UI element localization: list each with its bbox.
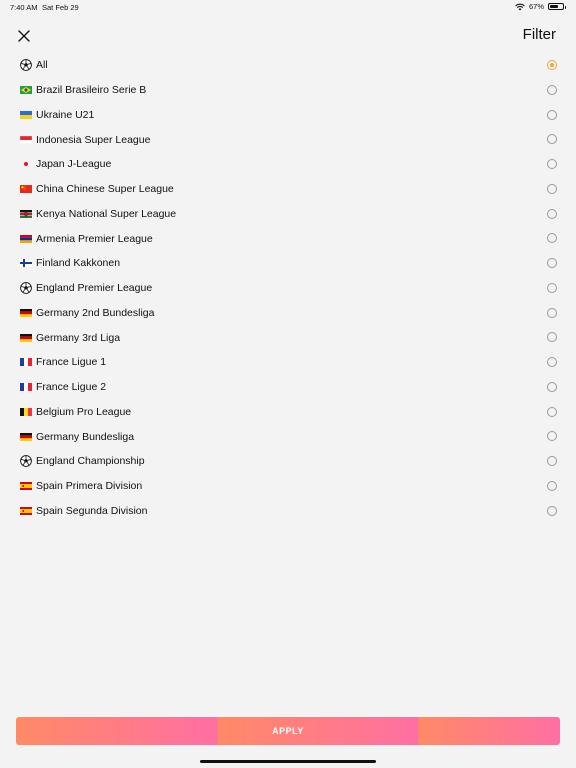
status-bar: 7:40 AM Sat Feb 29 67% xyxy=(0,0,576,14)
flag-france-icon xyxy=(20,381,32,393)
status-indicators: 67% xyxy=(515,2,566,11)
home-indicator xyxy=(200,760,376,763)
flag-germany-icon xyxy=(20,332,32,344)
league-item[interactable]: France Ligue 2 xyxy=(0,375,576,400)
league-label: Germany Bundesliga xyxy=(36,430,135,443)
league-item[interactable]: Germany 3rd Liga xyxy=(0,325,576,350)
league-radio-button[interactable] xyxy=(547,258,557,268)
flag-china-icon xyxy=(20,183,32,195)
league-label: England Premier League xyxy=(36,282,153,295)
apply-button[interactable]: APPLY xyxy=(16,717,560,745)
league-item[interactable]: Spain Primera Division xyxy=(0,474,576,499)
league-radio-button[interactable] xyxy=(547,134,557,145)
flag-ukraine-icon xyxy=(20,109,32,121)
league-radio-button[interactable] xyxy=(547,431,557,442)
apply-label: APPLY xyxy=(272,726,304,736)
filter-screen: 7:40 AM Sat Feb 29 67% Filter All Brazil … xyxy=(0,0,576,768)
league-item[interactable]: Japan J-League xyxy=(0,152,576,177)
league-item[interactable]: All xyxy=(0,53,576,78)
flag-belgium-icon xyxy=(20,406,32,418)
league-label: All xyxy=(36,59,48,72)
league-radio-button[interactable] xyxy=(547,233,557,244)
flag-brazil-icon xyxy=(20,84,32,96)
league-list: All Brazil Brasileiro Serie B Ukraine U21 I… xyxy=(0,53,576,523)
league-label: Germany 2nd Bundesliga xyxy=(36,306,155,319)
flag-finland-icon xyxy=(20,257,32,269)
flag-spain-icon xyxy=(20,505,32,517)
league-radio-button[interactable] xyxy=(547,505,557,516)
league-radio-button[interactable] xyxy=(547,332,557,343)
battery-level xyxy=(550,5,559,8)
status-date: Sat Feb 29 xyxy=(42,3,79,12)
battery-icon xyxy=(548,3,566,10)
league-label: Ukraine U21 xyxy=(36,108,95,121)
league-label: Kenya National Super League xyxy=(36,207,177,220)
league-label: Spain Primera Division xyxy=(36,480,143,493)
league-label: England Championship xyxy=(36,455,145,468)
league-label: Japan J-League xyxy=(36,158,112,171)
status-time: 7:40 AM xyxy=(10,3,38,12)
league-radio-button[interactable] xyxy=(547,381,557,392)
close-icon xyxy=(18,30,30,42)
flag-japan-icon xyxy=(20,158,32,170)
league-item[interactable]: Finland Kakkonen xyxy=(0,251,576,276)
flag-france-icon xyxy=(20,356,32,368)
league-item[interactable]: Indonesia Super League xyxy=(0,127,576,152)
league-radio-button[interactable] xyxy=(547,84,557,95)
league-label: France Ligue 2 xyxy=(36,381,107,394)
close-button[interactable] xyxy=(14,26,34,46)
league-label: France Ligue 1 xyxy=(36,356,107,369)
league-item[interactable]: China Chinese Super League xyxy=(0,177,576,202)
soccer-ball-icon xyxy=(20,59,32,72)
league-radio-button[interactable] xyxy=(547,208,557,219)
league-radio-button[interactable] xyxy=(547,406,557,417)
flag-armenia-icon xyxy=(20,233,32,245)
soccer-ball-icon xyxy=(20,455,32,468)
league-item[interactable]: France Ligue 1 xyxy=(0,350,576,375)
league-label: Brazil Brasileiro Serie B xyxy=(36,84,147,97)
league-radio-button[interactable] xyxy=(547,109,557,120)
league-radio-button[interactable] xyxy=(547,456,557,466)
header: Filter xyxy=(0,24,576,48)
flag-kenya-icon xyxy=(20,208,32,220)
league-item[interactable]: England Premier League xyxy=(0,276,576,301)
league-radio-button[interactable] xyxy=(547,307,557,318)
league-radio-button[interactable] xyxy=(547,60,557,70)
league-label: China Chinese Super League xyxy=(36,183,174,196)
league-item[interactable]: Armenia Premier League xyxy=(0,226,576,251)
league-radio-button[interactable] xyxy=(547,480,557,491)
battery-percent: 67% xyxy=(528,2,544,11)
league-label: Germany 3rd Liga xyxy=(36,331,121,344)
league-label: Spain Segunda Division xyxy=(36,504,148,517)
flag-germany-icon xyxy=(20,431,32,443)
wifi-icon xyxy=(515,3,525,10)
flag-spain-icon xyxy=(20,480,32,492)
league-item[interactable]: England Championship xyxy=(0,449,576,474)
league-label: Armenia Premier League xyxy=(36,232,153,245)
flag-indonesia-icon xyxy=(20,134,32,146)
soccer-ball-icon xyxy=(20,282,32,294)
flag-germany-icon xyxy=(20,307,32,319)
league-item[interactable]: Kenya National Super League xyxy=(0,202,576,227)
page-title: Filter xyxy=(522,26,556,43)
league-item[interactable]: Brazil Brasileiro Serie B xyxy=(0,78,576,103)
league-radio-button[interactable] xyxy=(547,159,557,169)
league-label: Belgium Pro League xyxy=(36,405,132,418)
league-label: Finland Kakkonen xyxy=(36,257,121,270)
league-radio-button[interactable] xyxy=(547,282,557,293)
league-item[interactable]: Belgium Pro League xyxy=(0,400,576,425)
league-item[interactable]: Spain Segunda Division xyxy=(0,499,576,524)
league-radio-button[interactable] xyxy=(547,357,557,367)
league-item[interactable]: Ukraine U21 xyxy=(0,103,576,128)
league-item[interactable]: Germany 2nd Bundesliga xyxy=(0,301,576,326)
league-radio-button[interactable] xyxy=(547,183,557,194)
league-item[interactable]: Germany Bundesliga xyxy=(0,424,576,449)
league-label: Indonesia Super League xyxy=(36,133,151,146)
